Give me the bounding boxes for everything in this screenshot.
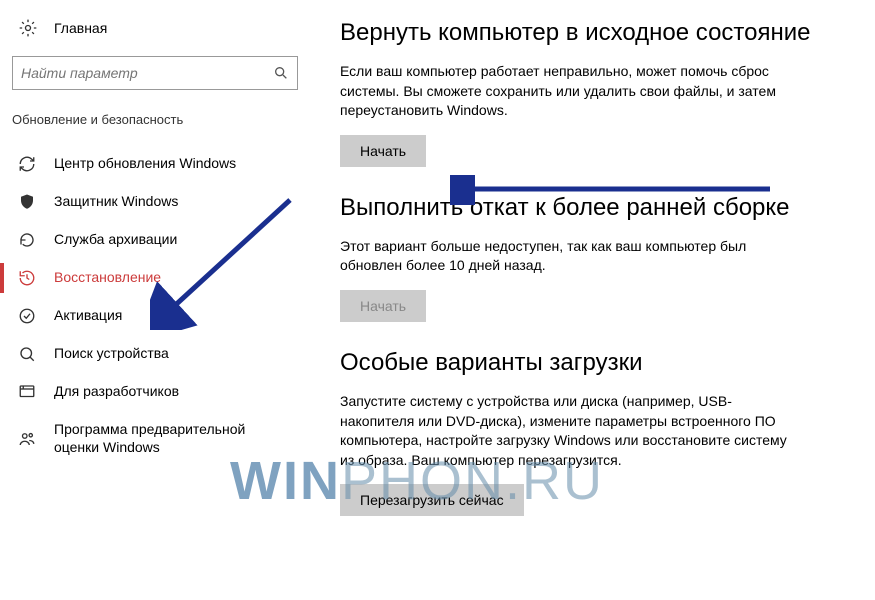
category-label: Обновление и безопасность (0, 108, 310, 145)
main-content: Вернуть компьютер в исходное состояние Е… (310, 0, 875, 600)
sidebar-item-label: Служба архивации (54, 231, 177, 249)
shield-icon (18, 193, 36, 211)
advanced-title: Особые варианты загрузки (340, 348, 851, 378)
rollback-button: Начать (340, 290, 426, 322)
sidebar-item-label: Центр обновления Windows (54, 155, 236, 173)
search-box[interactable] (12, 56, 298, 90)
sidebar-item-insider[interactable]: Программа предварительной оценки Windows (0, 411, 310, 466)
gear-icon (18, 18, 38, 38)
sidebar: Главная Обновление и безопасность Центр … (0, 0, 310, 600)
rollback-title: Выполнить откат к более ранней сборке (340, 193, 851, 223)
advanced-desc: Запустите систему с устройства или диска… (340, 392, 800, 470)
sidebar-item-label: Программа предварительной оценки Windows (54, 421, 292, 456)
reset-title: Вернуть компьютер в исходное состояние (340, 18, 851, 48)
sidebar-item-activation[interactable]: Активация (0, 297, 310, 335)
rollback-desc: Этот вариант больше недоступен, так как … (340, 237, 800, 276)
sidebar-item-label: Активация (54, 307, 122, 325)
sidebar-item-label: Защитник Windows (54, 193, 178, 211)
sidebar-item-label: Восстановление (54, 269, 161, 287)
sidebar-item-find-device[interactable]: Поиск устройства (0, 335, 310, 373)
location-icon (18, 345, 36, 363)
sync-icon (18, 155, 36, 173)
code-icon (18, 383, 36, 401)
sidebar-item-update[interactable]: Центр обновления Windows (0, 145, 310, 183)
people-icon (18, 430, 36, 448)
backup-icon (18, 231, 36, 249)
reset-button[interactable]: Начать (340, 135, 426, 167)
sidebar-item-recovery[interactable]: Восстановление (0, 259, 310, 297)
search-input[interactable] (21, 65, 273, 81)
sidebar-item-label: Поиск устройства (54, 345, 169, 363)
home-link[interactable]: Главная (0, 12, 310, 44)
reset-desc: Если ваш компьютер работает неправильно,… (340, 62, 800, 121)
restart-now-button[interactable]: Перезагрузить сейчас (340, 484, 524, 516)
search-icon (273, 65, 289, 81)
section-advanced-startup: Особые варианты загрузки Запустите систе… (340, 348, 851, 516)
section-reset: Вернуть компьютер в исходное состояние Е… (340, 18, 851, 167)
sidebar-item-developers[interactable]: Для разработчиков (0, 373, 310, 411)
sidebar-item-backup[interactable]: Служба архивации (0, 221, 310, 259)
sidebar-item-defender[interactable]: Защитник Windows (0, 183, 310, 221)
history-icon (18, 269, 36, 287)
section-rollback: Выполнить откат к более ранней сборке Эт… (340, 193, 851, 322)
sidebar-item-label: Для разработчиков (54, 383, 179, 401)
home-label: Главная (54, 20, 107, 36)
check-circle-icon (18, 307, 36, 325)
